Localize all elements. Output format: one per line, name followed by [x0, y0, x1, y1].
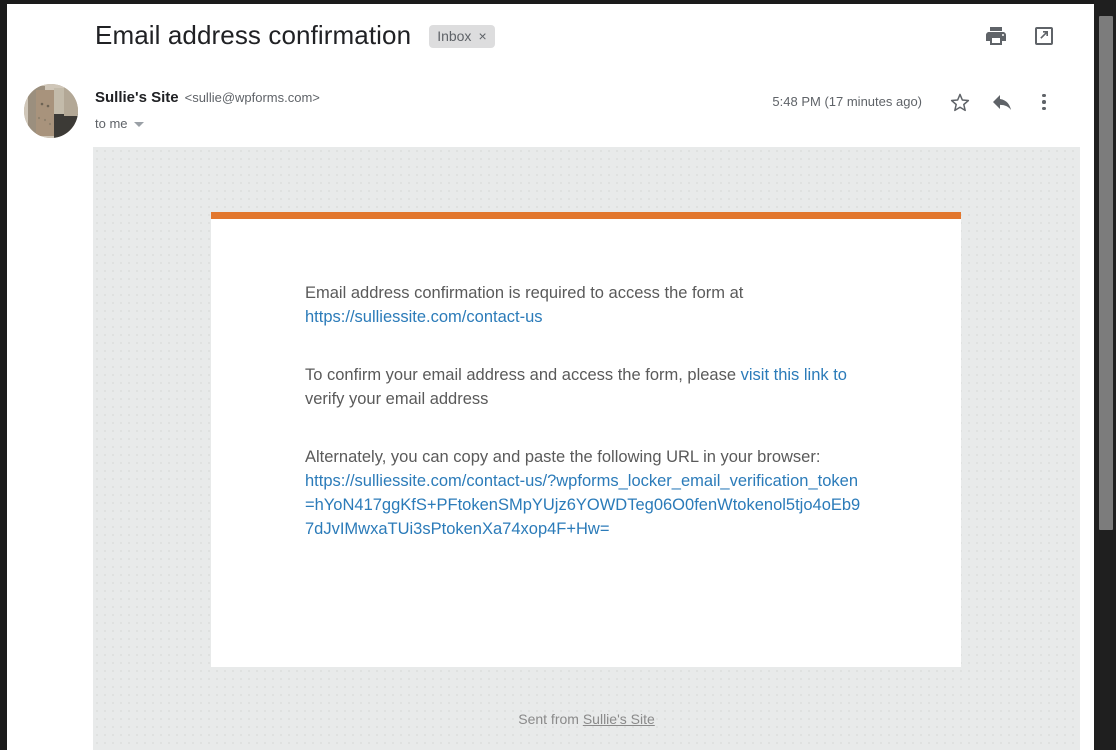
body-paragraph-2: To confirm your email address and access… — [305, 363, 865, 411]
body-paragraph-2-prefix: To confirm your email address and access… — [305, 366, 741, 384]
body-paragraph-3: Alternately, you can copy and paste the … — [305, 445, 865, 541]
verify-link[interactable]: visit this link to — [741, 366, 847, 384]
email-viewer: Email address confirmation Inbox × Sulli… — [0, 0, 1116, 750]
inbox-label-text: Inbox — [437, 27, 472, 44]
close-icon[interactable]: × — [478, 28, 486, 44]
sent-from-site-link[interactable]: Sullie's Site — [583, 711, 655, 727]
body-paragraph-1-text: Email address confirmation is required t… — [305, 284, 744, 302]
email-header: Email address confirmation Inbox × — [7, 4, 1080, 72]
sender-line: Sullie's Site <sullie@wpforms.com> — [95, 88, 320, 108]
email-body-canvas: Email address confirmation is required t… — [93, 147, 1080, 750]
sender-info: Sullie's Site <sullie@wpforms.com> to me — [95, 88, 320, 132]
body-paragraph-1: Email address confirmation is required t… — [305, 281, 865, 329]
recipient-line[interactable]: to me — [95, 115, 320, 132]
subject-row: Email address confirmation Inbox × — [95, 18, 495, 52]
form-url-link[interactable]: https://sulliessite.com/contact-us — [305, 308, 543, 326]
print-icon[interactable] — [984, 24, 1008, 48]
body-paragraph-3-text: Alternately, you can copy and paste the … — [305, 448, 821, 466]
reply-icon[interactable] — [990, 90, 1014, 114]
timestamp: 5:48 PM (17 minutes ago) — [772, 94, 922, 109]
sender-email[interactable]: <sullie@wpforms.com> — [185, 88, 320, 108]
avatar[interactable] — [24, 84, 78, 138]
recipient-label: to me — [95, 116, 128, 131]
email-content-inner: Email address confirmation is required t… — [211, 219, 961, 541]
body-paragraph-2-suffix: verify your email address — [305, 390, 489, 408]
sender-row: Sullie's Site <sullie@wpforms.com> to me… — [7, 76, 1080, 144]
sent-from-prefix: Sent from — [518, 711, 583, 727]
sent-from-footer: Sent from Sullie's Site — [93, 709, 1080, 729]
verification-token-url[interactable]: https://sulliessite.com/contact-us/?wpfo… — [305, 472, 860, 538]
email-content-card: Email address confirmation is required t… — [211, 212, 961, 667]
scrollbar-thumb[interactable] — [1099, 16, 1113, 530]
page-title: Email address confirmation — [95, 20, 412, 50]
sender-name[interactable]: Sullie's Site — [95, 88, 179, 108]
header-actions — [984, 24, 1056, 48]
more-options-icon[interactable] — [1032, 90, 1056, 114]
star-icon[interactable] — [948, 90, 972, 114]
open-in-new-window-icon[interactable] — [1032, 24, 1056, 48]
inbox-label-chip[interactable]: Inbox × — [429, 24, 495, 48]
chevron-down-icon[interactable] — [133, 122, 144, 127]
message-actions: 5:48 PM (17 minutes ago) — [772, 90, 1056, 114]
window-left-border — [0, 0, 7, 750]
vertical-scrollbar[interactable] — [1094, 0, 1116, 750]
